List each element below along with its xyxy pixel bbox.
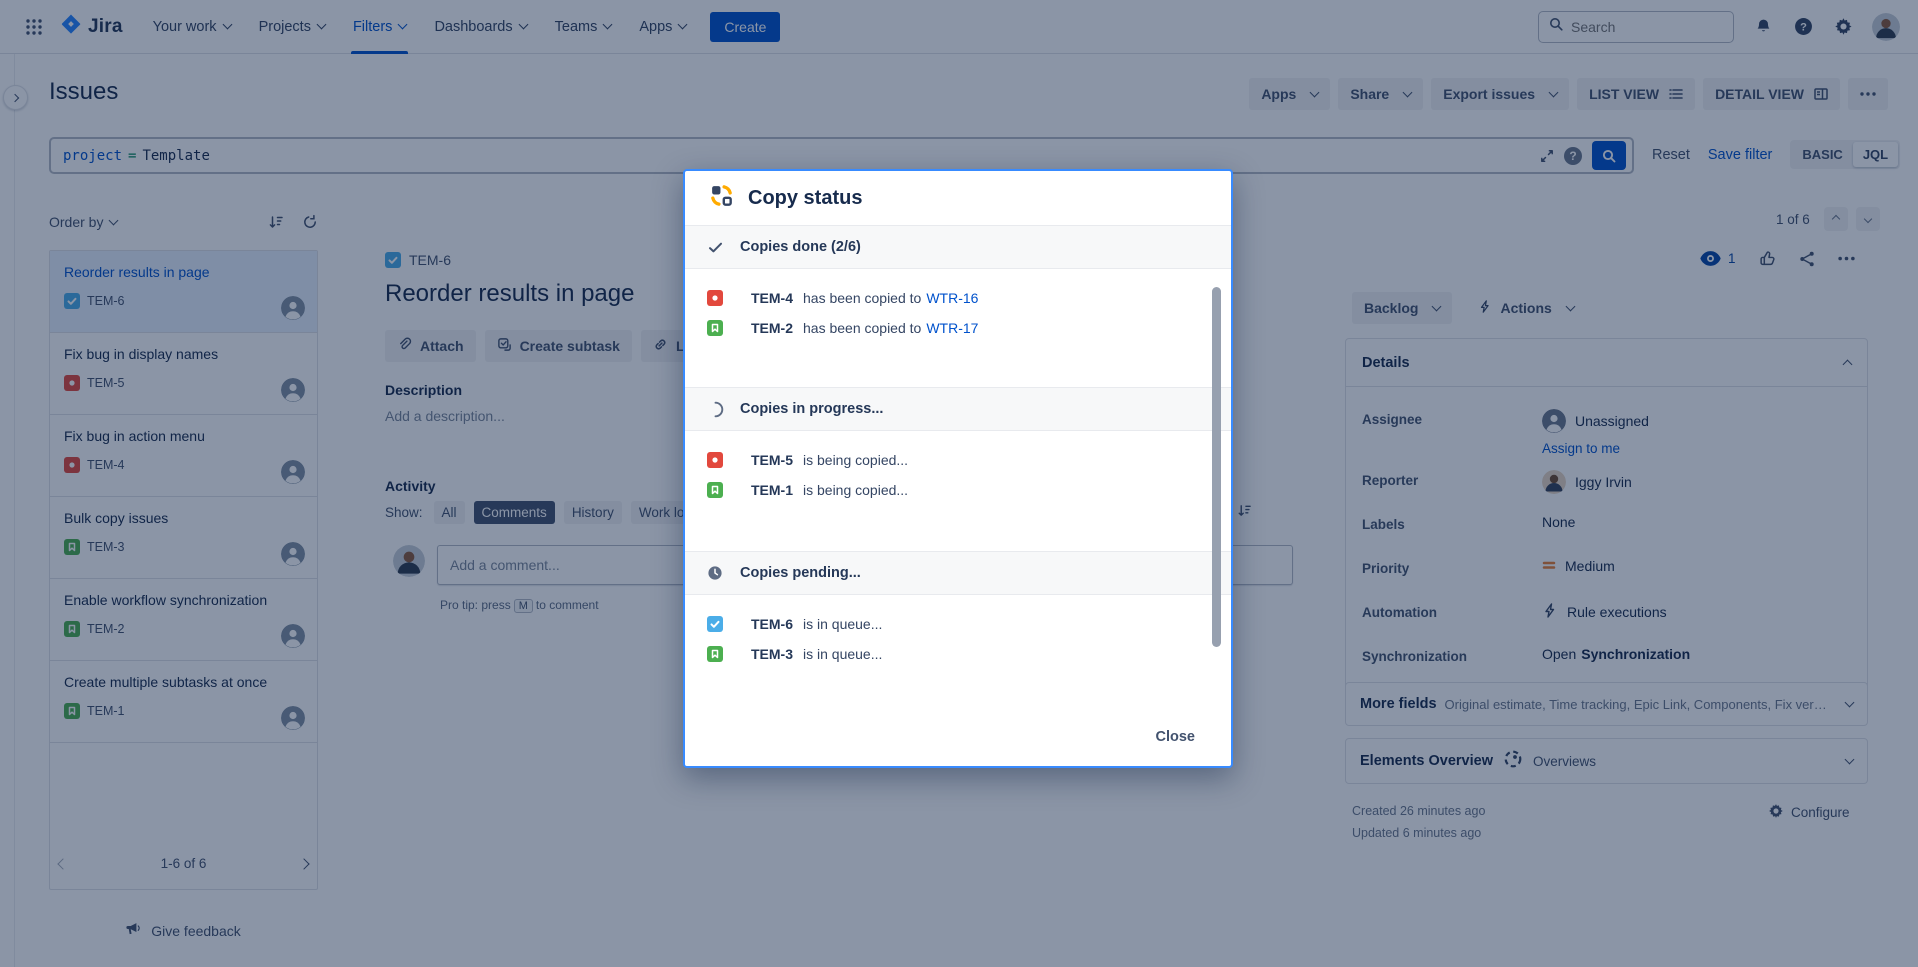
section-copies-pending: Copies pending...: [685, 551, 1231, 595]
copy-row-tem-4: TEM-4 has been copied to WTR-16: [685, 283, 1231, 313]
close-dialog-button[interactable]: Close: [1146, 721, 1206, 753]
copy-row-tem-6: TEM-6 is in queue...: [685, 609, 1231, 639]
copy-status-dialog: Copy status Copies done (2/6) TEM-4 has …: [683, 169, 1233, 768]
bug-icon: [707, 290, 723, 306]
copied-issue-link[interactable]: WTR-16: [926, 290, 978, 306]
story-icon: [707, 320, 723, 336]
task-icon: [707, 616, 723, 632]
clock-icon: [707, 565, 724, 582]
copy-row-tem-2: TEM-2 has been copied to WTR-17: [685, 313, 1231, 343]
section-copies-in-progress: Copies in progress...: [685, 387, 1231, 431]
copy-row-tem-3: TEM-3 is in queue...: [685, 639, 1231, 669]
check-icon: [707, 239, 724, 256]
dialog-scroll-area: Copies done (2/6) TEM-4 has been copied …: [685, 225, 1231, 708]
copy-row-tem-1: TEM-1 is being copied...: [685, 475, 1231, 505]
copy-row-tem-5: TEM-5 is being copied...: [685, 445, 1231, 475]
story-icon: [707, 646, 723, 662]
dialog-scrollbar-thumb[interactable]: [1212, 287, 1221, 647]
bug-icon: [707, 452, 723, 468]
copy-status-app-icon: [709, 183, 734, 213]
jira-issues-page: Jira Your work Projects Filters Dashboar…: [0, 0, 1918, 967]
story-icon: [707, 482, 723, 498]
copied-issue-link[interactable]: WTR-17: [926, 320, 978, 336]
spinner-icon: [707, 401, 724, 418]
dialog-title: Copy status: [748, 187, 862, 210]
section-copies-done: Copies done (2/6): [685, 225, 1231, 269]
